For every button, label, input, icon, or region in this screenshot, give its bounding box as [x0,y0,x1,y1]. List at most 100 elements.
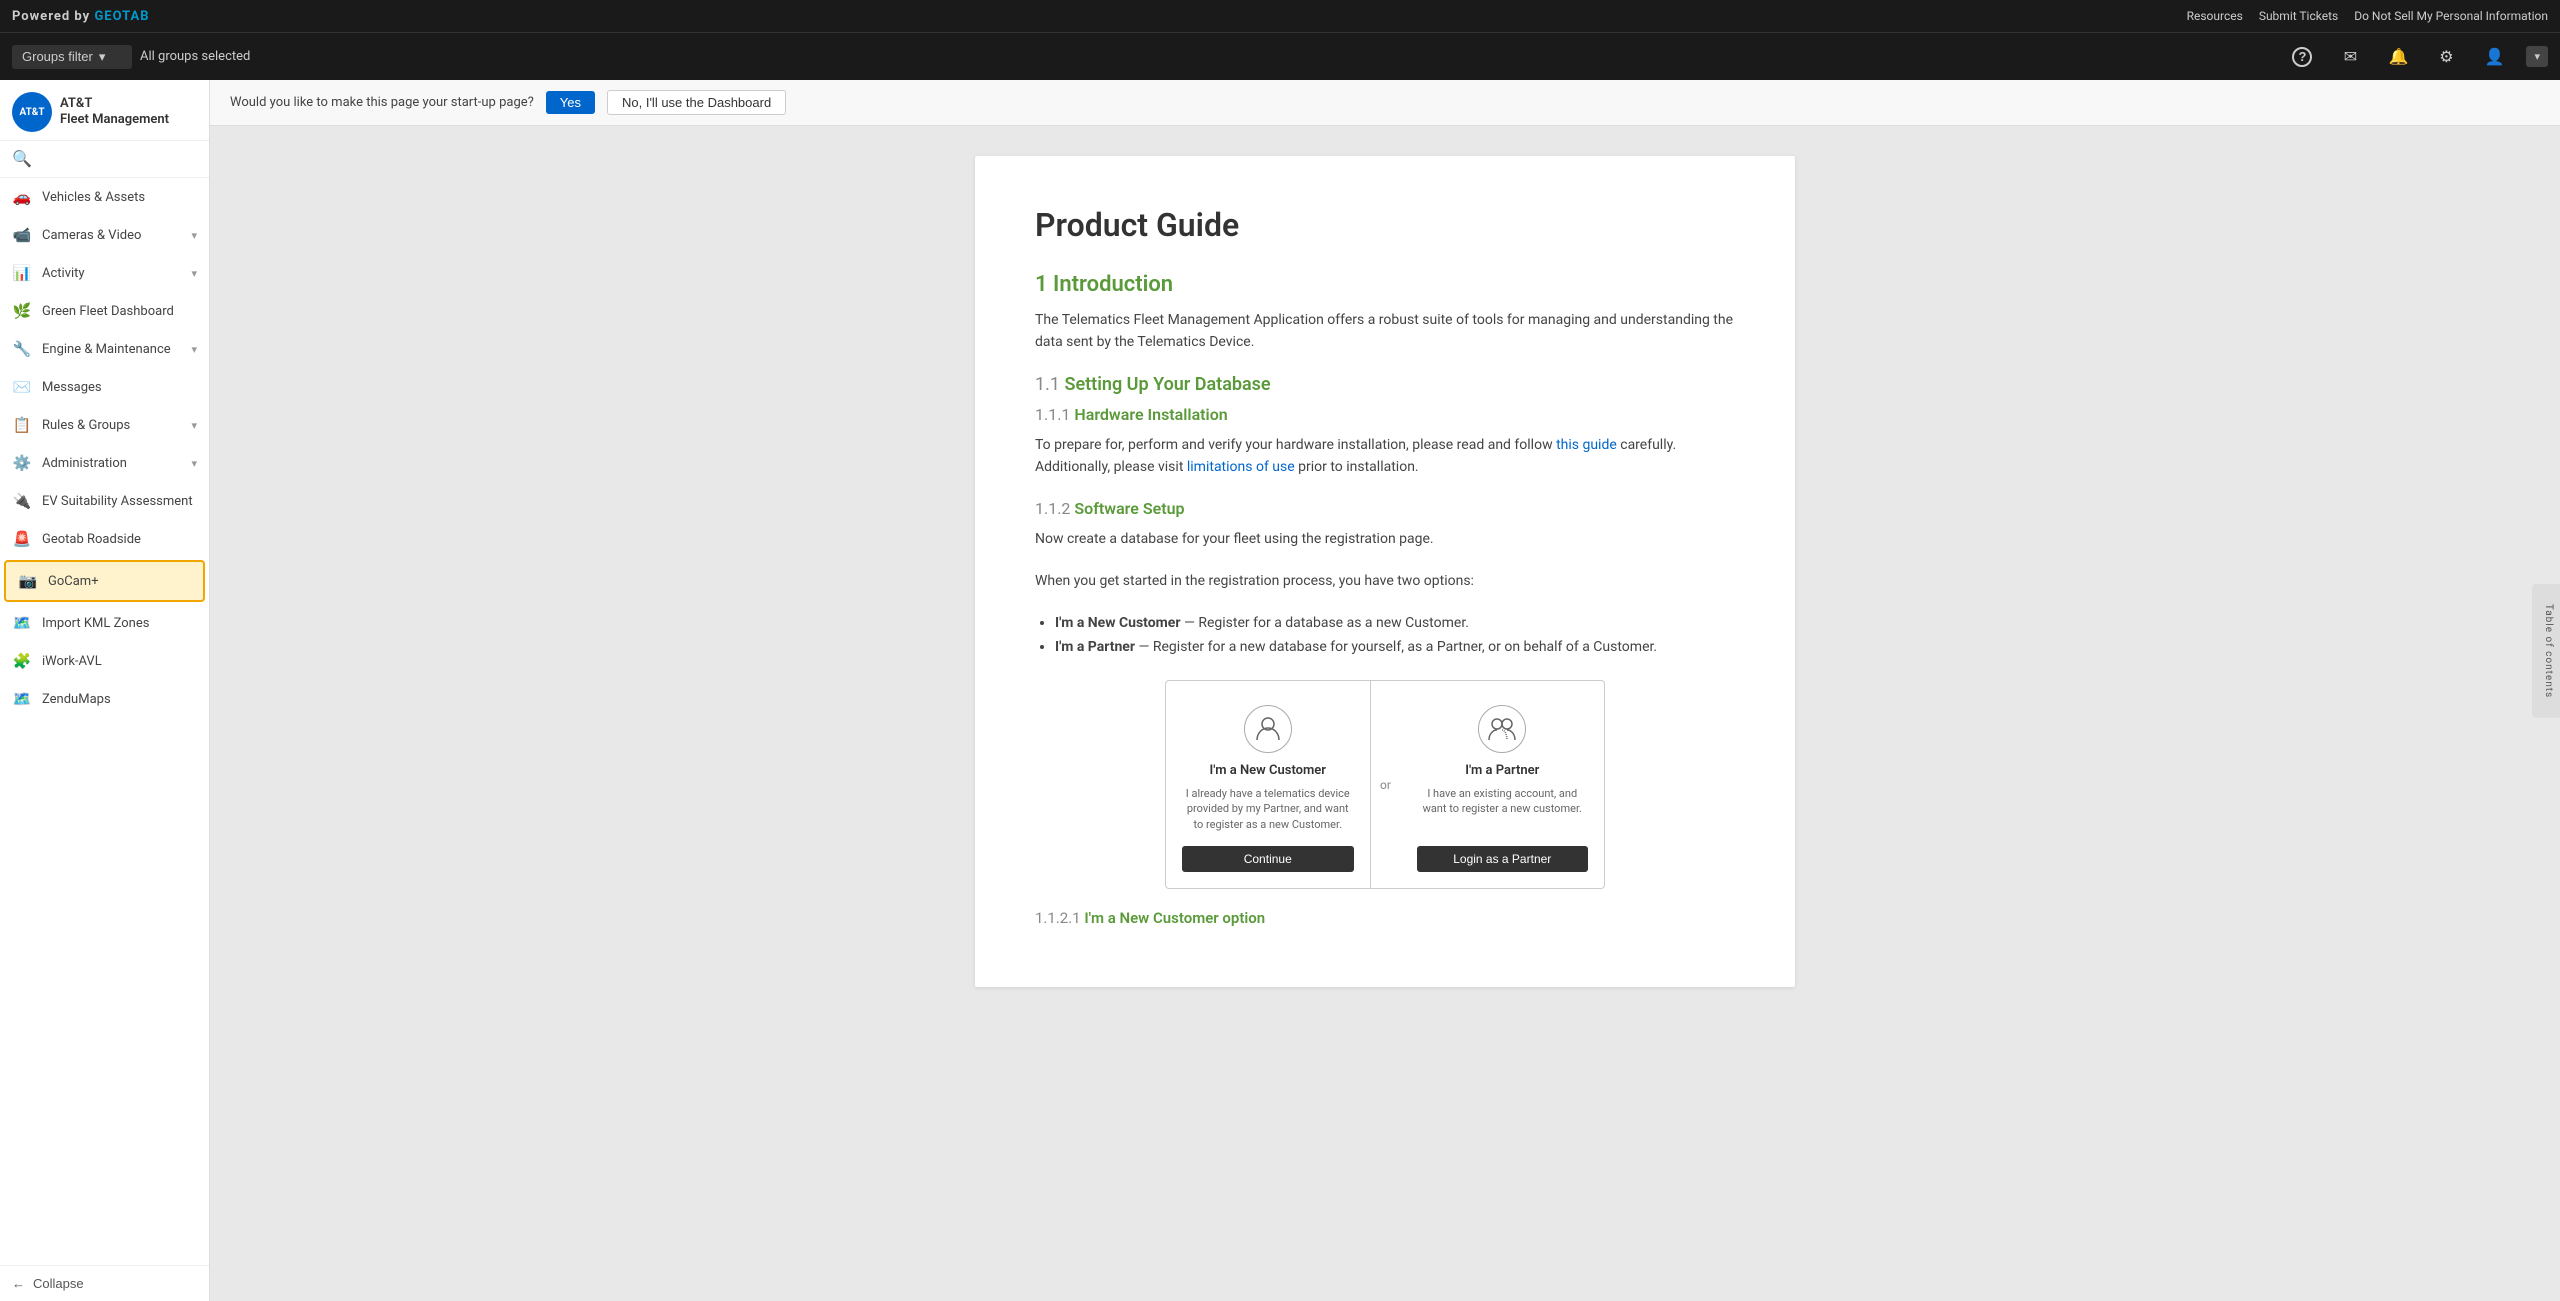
do-not-sell-link[interactable]: Do Not Sell My Personal Information [2354,9,2548,23]
new-customer-desc: I already have a telematics device provi… [1182,786,1354,832]
sidebar-item-green-fleet-label: Green Fleet Dashboard [42,304,197,319]
sidebar-logo: AT&T [12,92,52,132]
iwork-avl-icon: 🧩 [12,652,32,670]
continue-button[interactable]: Continue [1182,846,1354,872]
reg-option-partner: I'm a Partner I have an existing account… [1401,681,1605,888]
section112-p1: Now create a database for your fleet usi… [1035,528,1735,550]
chevron-down-icon-rules: ▾ [191,419,197,432]
sidebar-item-administration-label: Administration [42,456,181,471]
partner-icon [1478,705,1526,753]
groups-filter-button[interactable]: Groups filter ▾ [12,45,132,69]
section11-heading: 1.1 Setting Up Your Database [1035,374,1735,395]
partner-title: I'm a Partner [1465,763,1539,778]
notifications-button[interactable]: 🔔 [2382,41,2414,73]
help-button[interactable]: ? [2286,41,2318,73]
doc-card: Product Guide 1 Introduction The Telemat… [975,156,1795,987]
table-of-contents-tab[interactable]: Table of contents [2532,583,2560,717]
chevron-down-icon-activity: ▾ [191,267,197,280]
reg-card-inner: I'm a New Customer I already have a tele… [1166,681,1604,888]
section1-paragraph: The Telematics Fleet Management Applicat… [1035,309,1735,354]
sidebar-item-activity[interactable]: 📊 Activity ▾ [0,254,209,292]
sidebar-item-rules[interactable]: 📋 Rules & Groups ▾ [0,406,209,444]
section1-heading: 1 Introduction [1035,272,1735,297]
this-guide-link[interactable]: this guide [1556,437,1617,453]
section112-p2: When you get started in the registration… [1035,570,1735,592]
doc-area[interactable]: Product Guide 1 Introduction The Telemat… [210,126,2560,1301]
section111-num: 1.1.1 [1035,405,1074,424]
reg-or-divider: or [1371,681,1401,888]
sidebar-search-button[interactable]: 🔍 [12,149,32,169]
sidebar-item-messages[interactable]: ✉️ Messages [0,368,209,406]
groups-filter-label: Groups filter [22,49,93,64]
sidebar-item-iwork-avl[interactable]: 🧩 iWork-AVL [0,642,209,680]
sidebar-brand: AT&T Fleet Management [60,96,169,127]
login-as-partner-button[interactable]: Login as a Partner [1417,846,1589,872]
section112-heading: 1.1.2 Software Setup [1035,499,1735,518]
list-item-new-customer: I'm a New Customer — Register for a data… [1055,612,1735,636]
list-item-partner-bold: I'm a Partner [1055,639,1135,655]
sidebar-item-vehicles[interactable]: 🚗 Vehicles & Assets [0,178,209,216]
list-item-partner-text: — Register for a new database for yourse… [1138,639,1657,655]
sidebar-item-activity-label: Activity [42,266,181,281]
limitations-link[interactable]: limitations of use [1187,459,1295,475]
submit-tickets-link[interactable]: Submit Tickets [2259,9,2338,23]
sidebar-nav: 🚗 Vehicles & Assets 📹 Cameras & Video ▾ … [0,178,209,1265]
search-icon: 🔍 [12,151,32,168]
sidebar-item-iwork-avl-label: iWork-AVL [42,654,197,669]
bell-icon: 🔔 [2389,47,2409,67]
administration-icon: ⚙️ [12,454,32,472]
list-item-new-customer-bold: I'm a New Customer [1055,615,1180,631]
section112-num: 1.1.2 [1035,499,1074,518]
sidebar-item-messages-label: Messages [42,380,197,395]
collapse-button[interactable]: ← Collapse [12,1276,197,1291]
collapse-arrow-icon: ← [12,1276,25,1291]
section111-title: Hardware Installation [1074,405,1227,424]
top-bar-left: Powered by GEOTAB [12,9,150,24]
sidebar-item-green-fleet[interactable]: 🌿 Green Fleet Dashboard [0,292,209,330]
messages-icon: ✉️ [12,378,32,396]
sidebar-footer: ← Collapse [0,1265,209,1301]
startup-yes-button[interactable]: Yes [546,91,595,114]
registration-options-list: I'm a New Customer — Register for a data… [1055,612,1735,660]
green-fleet-icon: 🌿 [12,302,32,320]
sidebar-item-administration[interactable]: ⚙️ Administration ▾ [0,444,209,482]
sidebar-item-gocam[interactable]: 📷 GoCam+ [4,560,205,602]
mail-icon: ✉ [2344,47,2357,67]
mail-button[interactable]: ✉ [2334,41,2366,73]
zendu-maps-icon: 🗺️ [12,690,32,708]
sidebar-header: AT&T AT&T Fleet Management [0,80,209,141]
partner-desc: I have an existing account, and want to … [1417,786,1589,832]
content-area: Would you like to make this page your st… [210,80,2560,1301]
sidebar-item-engine-label: Engine & Maintenance [42,342,181,357]
vehicles-icon: 🚗 [12,188,32,206]
startup-bar: Would you like to make this page your st… [210,80,2560,126]
doc-title: Product Guide [1035,206,1735,244]
geotab-roadside-icon: 🚨 [12,530,32,548]
section1-title: Introduction [1053,272,1173,297]
settings-button[interactable]: ⚙ [2430,41,2462,73]
sidebar-item-import-kml[interactable]: 🗺️ Import KML Zones [0,604,209,642]
resources-link[interactable]: Resources [2187,9,2243,23]
geotab-logo: Powered by GEOTAB [12,9,150,24]
sidebar-item-cameras[interactable]: 📹 Cameras & Video ▾ [0,216,209,254]
sidebar-item-zendu-maps[interactable]: 🗺️ ZenduMaps [0,680,209,718]
section1-num: 1 [1035,272,1053,297]
reg-option-new-customer: I'm a New Customer I already have a tele… [1166,681,1371,888]
chevron-down-icon-engine: ▾ [191,343,197,356]
user-menu-label: ▾ [2534,50,2540,63]
top-bar: Powered by GEOTAB Resources Submit Ticke… [0,0,2560,32]
import-kml-icon: 🗺️ [12,614,32,632]
user-menu-button[interactable]: ▾ [2526,46,2548,67]
sidebar-item-engine[interactable]: 🔧 Engine & Maintenance ▾ [0,330,209,368]
sidebar-item-ev-suitability[interactable]: 🔌 EV Suitability Assessment [0,482,209,520]
section1121-heading: 1.1.2.1 I'm a New Customer option [1035,909,1735,927]
sidebar-item-geotab-roadside-label: Geotab Roadside [42,532,197,547]
groups-selected-text: All groups selected [140,49,250,64]
main-layout: AT&T AT&T Fleet Management 🔍 🚗 Vehicles … [0,80,2560,1301]
startup-no-button[interactable]: No, I'll use the Dashboard [607,90,786,115]
gocam-icon: 📷 [18,572,38,590]
sidebar-item-geotab-roadside[interactable]: 🚨 Geotab Roadside [0,520,209,558]
navbar-right: ? ✉ 🔔 ⚙ 👤 ▾ [2286,41,2548,73]
new-customer-title: I'm a New Customer [1210,763,1326,778]
user-profile-button[interactable]: 👤 [2478,41,2510,73]
